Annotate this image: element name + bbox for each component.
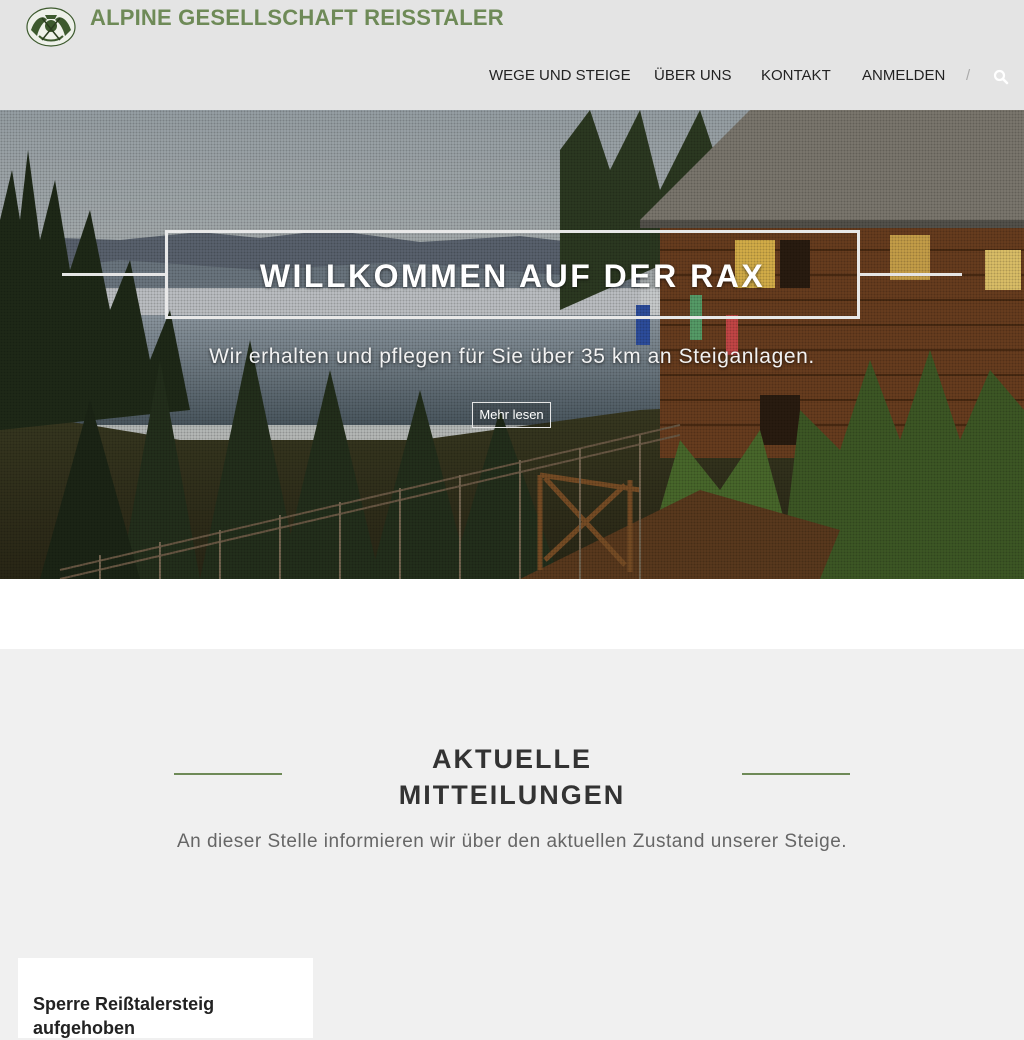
hero-title-frame: WILLKOMMEN AUF DER RAX: [165, 230, 860, 319]
hero-decor-line-right: [858, 273, 962, 276]
nav-separator: /: [966, 67, 971, 84]
read-more-button[interactable]: Mehr lesen: [472, 402, 551, 428]
site-header: ALPINE GESELLSCHAFT REISSTALER WEGE UND …: [0, 0, 1024, 110]
spacer-band: [0, 579, 1024, 649]
nav-item-kontakt[interactable]: KONTAKT: [761, 67, 831, 84]
club-logo-icon[interactable]: [25, 6, 77, 48]
news-card-title[interactable]: Sperre Reißtalersteig aufgehoben: [33, 992, 293, 1040]
hero-decor-line-left: [62, 273, 166, 276]
news-description: An dieser Stelle informieren wir über de…: [176, 831, 848, 852]
news-decor-line-right: [742, 773, 850, 775]
nav-item-anmelden[interactable]: ANMELDEN: [862, 67, 945, 84]
nav-item-ueber-uns[interactable]: ÜBER UNS: [654, 67, 732, 84]
hero-banner: WILLKOMMEN AUF DER RAX Wir erhalten und …: [0, 110, 1024, 579]
site-title[interactable]: ALPINE GESELLSCHAFT REISSTALER: [90, 5, 504, 31]
hero-title: WILLKOMMEN AUF DER RAX: [259, 258, 766, 294]
search-icon[interactable]: [992, 68, 1010, 86]
nav-item-wege-und-steige[interactable]: WEGE UND STEIGE: [489, 67, 631, 84]
news-decor-line-left: [174, 773, 282, 775]
news-card[interactable]: Sperre Reißtalersteig aufgehoben: [18, 958, 313, 1038]
hero-subtitle: Wir erhalten und pflegen für Sie über 35…: [209, 345, 815, 368]
main-navigation: WEGE UND STEIGE ÜBER UNS KONTAKT ANMELDE…: [0, 67, 1024, 87]
news-section: AKTUELLE MITTEILUNGEN An dieser Stelle i…: [0, 649, 1024, 1038]
news-heading: AKTUELLE MITTEILUNGEN: [398, 744, 626, 810]
